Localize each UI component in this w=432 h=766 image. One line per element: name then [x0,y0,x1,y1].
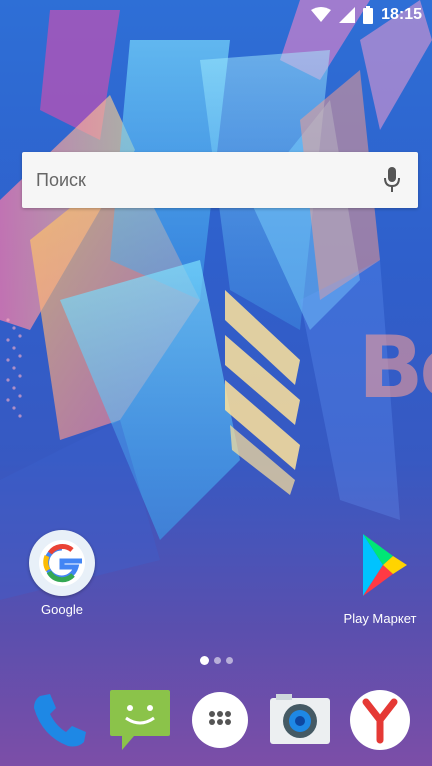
wifi-icon [311,7,332,22]
messages-icon[interactable] [108,688,172,752]
signal-icon [339,7,356,23]
search-placeholder: Поиск [36,170,86,190]
app-label: Google [41,602,83,617]
app-drawer-icon[interactable] [188,688,252,752]
mic-icon[interactable] [384,167,400,193]
play-store-icon [363,534,407,596]
page-dot [214,657,221,664]
google-icon [29,530,95,596]
search-bar[interactable]: Поиск [22,152,418,208]
page-dot [226,657,233,664]
page-indicator [200,656,233,665]
app-label: Play Маркет [343,611,417,626]
app-google[interactable]: Google [17,530,107,617]
phone-icon[interactable] [28,688,92,752]
clock: 18:15 [381,6,422,23]
battery-icon [363,6,374,24]
wallpaper-text: Bo [358,318,432,418]
status-bar: 18:15 [0,0,432,32]
home-screen: Bo 18:15 Поиск [0,0,432,766]
camera-icon[interactable] [268,688,332,752]
yandex-browser-icon[interactable] [348,688,412,752]
page-dot-active [200,656,209,665]
app-play-market[interactable]: Play Маркет [332,530,428,626]
